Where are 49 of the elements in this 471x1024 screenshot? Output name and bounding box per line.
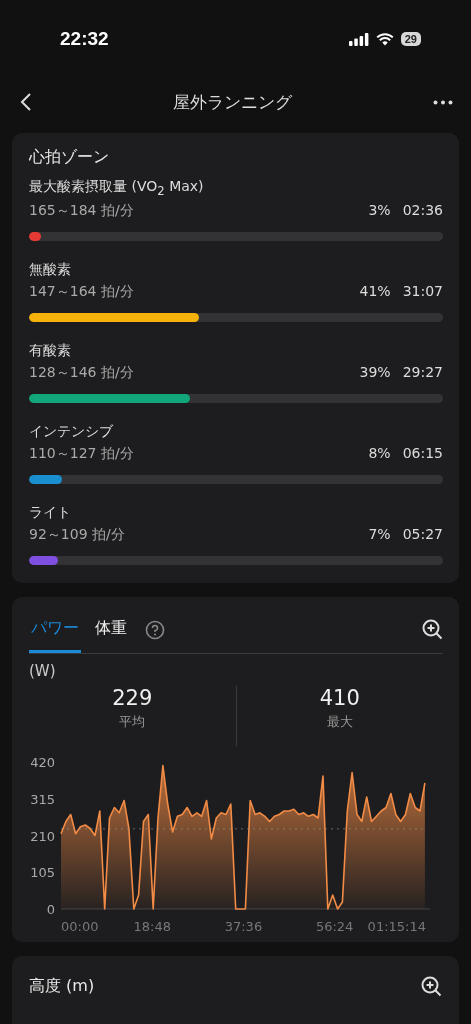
zone-percent: 41% <box>359 282 391 301</box>
signal-icon <box>348 32 369 46</box>
back-icon[interactable] <box>20 92 32 112</box>
unit-label: (W) <box>29 661 57 680</box>
zone-range: 92～109 拍/分 <box>29 525 126 544</box>
stat-value: 410 <box>319 685 360 710</box>
tab[interactable]: 体重 <box>93 606 129 653</box>
zoom-in-icon[interactable] <box>421 975 442 997</box>
zone-time: 05:27 <box>402 525 443 544</box>
card-title: 心拍ゾーン <box>29 147 110 168</box>
stat-value: 229 <box>112 685 153 710</box>
zone-percent: 39% <box>359 363 391 382</box>
zone-name: 最大酸素摂取量 (VO$_{2}$ Max) <box>29 178 205 198</box>
zone-percent: 7% <box>368 525 391 544</box>
y-tick-label: 105 <box>30 865 55 881</box>
y-tick-label: 315 <box>30 791 55 807</box>
zone-percent: 8% <box>368 444 391 463</box>
zone-range: 147～164 拍/分 <box>29 282 135 301</box>
y-tick-label: 420 <box>30 754 55 770</box>
zone-name: インテンシブ <box>29 422 114 441</box>
x-tick-label: 00:00 <box>61 918 99 934</box>
zone-range: 165～184 拍/分 <box>29 201 135 220</box>
stat-label: 最大 <box>326 712 353 731</box>
zone-percent: 3% <box>368 201 391 220</box>
zone-time: 31:07 <box>402 282 443 301</box>
zone-time: 29:27 <box>402 363 443 382</box>
page-title: 屋外ランニング <box>173 90 292 114</box>
battery-indicator: 29 <box>400 32 421 46</box>
zone-time: 02:36 <box>402 201 443 220</box>
x-tick-label: 37:36 <box>224 918 263 934</box>
wifi-icon <box>375 32 394 46</box>
x-tick-label: 01:15:14 <box>367 918 426 934</box>
stat-label: 平均 <box>119 712 146 731</box>
zone-name: 無酸素 <box>29 260 72 279</box>
zone-name: 有酸素 <box>29 341 72 360</box>
help-icon[interactable] <box>145 619 165 640</box>
zone-name: ライト <box>29 503 72 522</box>
y-tick-label: 210 <box>30 828 55 844</box>
zoom-in-icon[interactable] <box>422 619 443 641</box>
x-tick-label: 56:24 <box>315 918 354 934</box>
tab[interactable]: パワー <box>29 606 81 653</box>
card-title: 高度 (m) <box>29 975 95 997</box>
status-time: 22:32 <box>60 28 109 50</box>
y-tick-label: 0 <box>46 901 55 917</box>
zone-range: 128～146 拍/分 <box>29 363 135 382</box>
more-icon[interactable] <box>433 99 453 105</box>
zone-time: 06:15 <box>402 444 443 463</box>
x-tick-label: 18:48 <box>133 918 171 934</box>
zone-range: 110～127 拍/分 <box>29 444 135 463</box>
